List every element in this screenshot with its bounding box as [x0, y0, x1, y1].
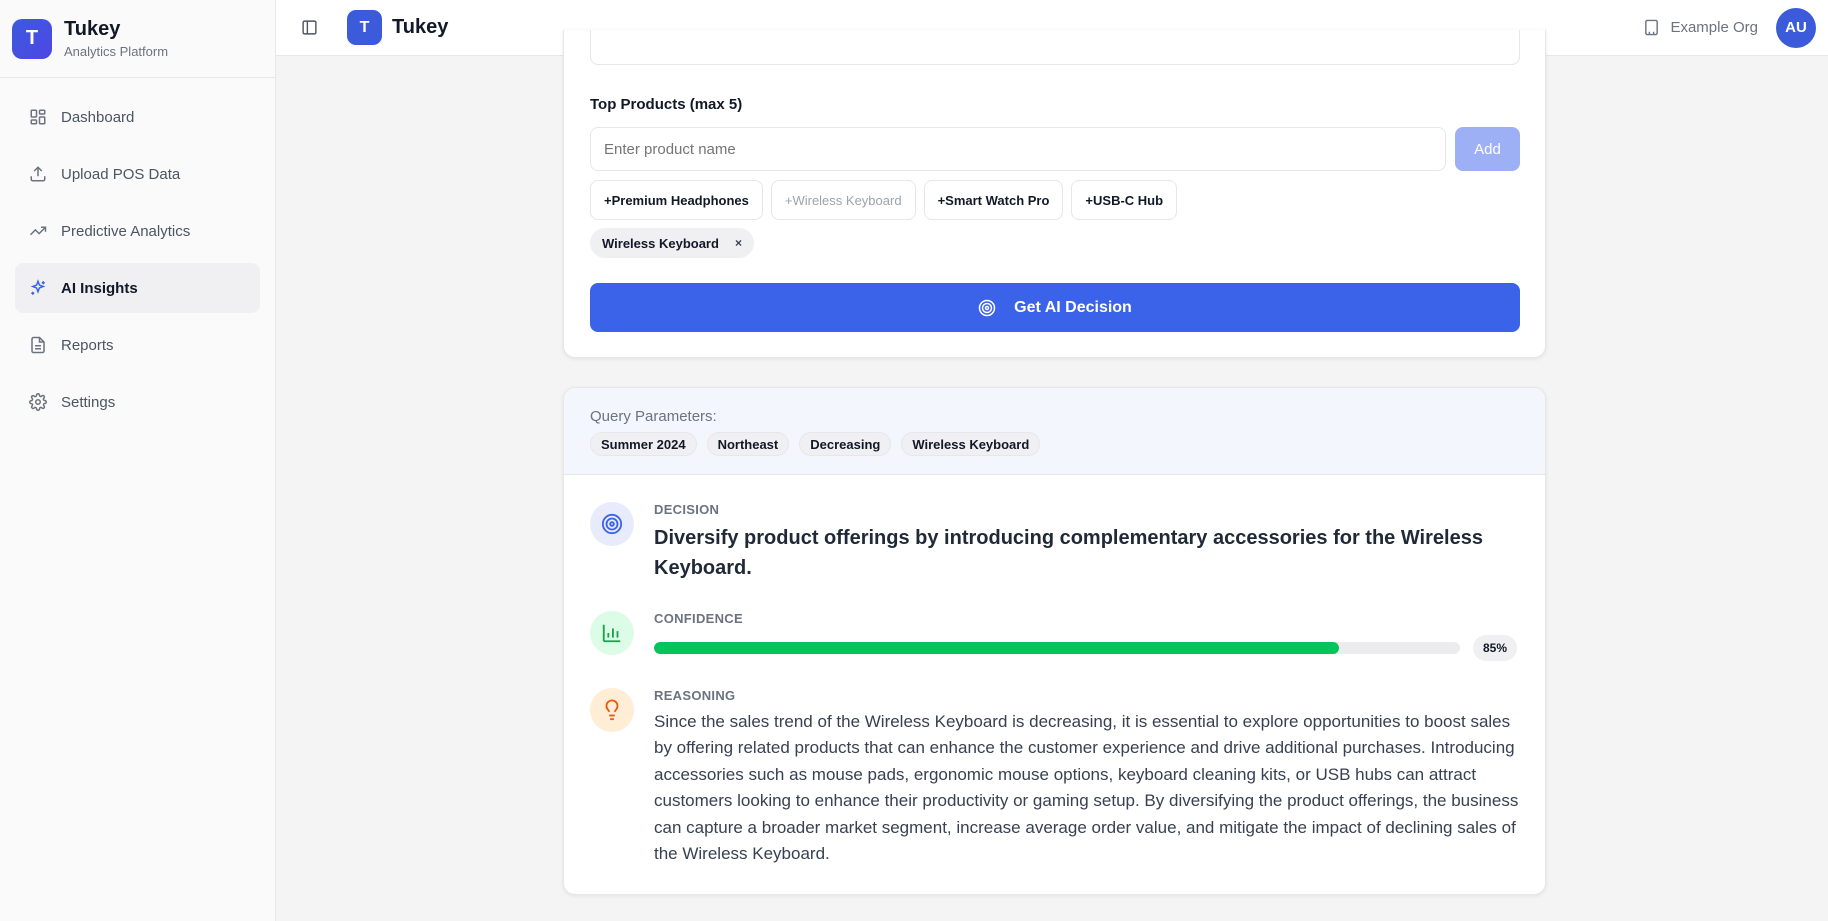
product-suggestions: +Premium Headphones +Wireless Keyboard +…	[590, 180, 1178, 220]
sidebar-toggle-button[interactable]	[298, 17, 320, 39]
confidence-label: CONFIDENCE	[654, 611, 743, 626]
reasoning-label: REASONING	[654, 688, 736, 703]
sidebar-item-label: Dashboard	[61, 108, 135, 126]
sidebar-item-label: Upload POS Data	[61, 165, 181, 183]
sidebar-item-reports[interactable]: Reports	[15, 320, 260, 370]
trending-up-icon	[29, 226, 47, 236]
top-products-label: Top Products (max 5)	[590, 96, 743, 113]
header-logo: T	[347, 10, 382, 45]
confidence-value-badge: 85%	[1473, 635, 1518, 661]
brand-name: Tukey	[64, 18, 121, 40]
sidebar-item-predictive-analytics[interactable]: Predictive Analytics	[15, 206, 260, 256]
decision-form-card: Top Products (max 5) Add +Premium Headph…	[563, 30, 1546, 358]
header-title: Tukey	[392, 16, 449, 38]
selected-product-label: Wireless Keyboard	[602, 235, 719, 251]
building-icon	[1645, 19, 1659, 36]
org-name: Example Org	[1670, 19, 1758, 36]
confidence-icon-badge	[590, 611, 634, 655]
panel-left-icon	[301, 20, 317, 35]
target-icon	[978, 299, 996, 316]
get-ai-decision-button[interactable]: Get AI Decision	[590, 283, 1520, 332]
reasoning-icon-badge	[590, 688, 634, 732]
suggestion-chip-wireless-keyboard[interactable]: +Wireless Keyboard	[770, 180, 916, 220]
sidebar-item-settings[interactable]: Settings	[15, 377, 260, 427]
brand-logo: T	[12, 18, 52, 59]
dashboard-icon	[30, 109, 46, 125]
file-text-icon	[31, 336, 45, 354]
sidebar-nav: Dashboard Upload POS Data Predictive Ana…	[0, 78, 275, 427]
query-param-badge: Decreasing	[799, 432, 892, 456]
sidebar-item-label: AI Insights	[61, 279, 138, 297]
upload-icon	[30, 166, 46, 182]
decision-icon-badge	[590, 502, 634, 546]
query-param-badge: Summer 2024	[590, 432, 697, 456]
gear-icon	[29, 393, 47, 411]
suggestion-chip-usb-c-hub[interactable]: +USB-C Hub	[1071, 180, 1178, 220]
selected-product-chip: Wireless Keyboard ×	[590, 228, 754, 258]
sparkles-icon	[30, 279, 46, 295]
brand-subtitle: Analytics Platform	[64, 44, 169, 59]
add-product-button[interactable]: Add	[1455, 127, 1520, 171]
remove-product-button[interactable]: ×	[735, 236, 742, 250]
lightbulb-icon	[605, 699, 619, 721]
target-icon	[601, 513, 623, 535]
sidebar: T Tukey Analytics Platform Dashboard Upl…	[0, 0, 276, 921]
query-parameters: Query Parameters: Summer 2024 Northeast …	[564, 388, 1545, 475]
suggestion-chip-premium-headphones[interactable]: +Premium Headphones	[590, 180, 763, 220]
sidebar-item-label: Predictive Analytics	[61, 222, 191, 240]
query-parameters-label: Query Parameters:	[590, 408, 717, 425]
sidebar-item-label: Reports	[61, 336, 114, 354]
user-avatar[interactable]: AU	[1776, 7, 1816, 48]
decision-label: DECISION	[654, 502, 720, 517]
query-param-badge: Northeast	[706, 432, 790, 456]
previous-field-input[interactable]	[590, 30, 1520, 65]
sidebar-item-ai-insights[interactable]: AI Insights	[15, 263, 260, 313]
get-ai-decision-label: Get AI Decision	[1014, 298, 1132, 316]
product-name-input[interactable]	[590, 127, 1446, 171]
brand: T Tukey Analytics Platform	[0, 0, 275, 78]
sidebar-item-dashboard[interactable]: Dashboard	[15, 92, 260, 142]
confidence-progress-fill	[654, 642, 1340, 654]
bar-chart-icon	[602, 624, 621, 643]
query-param-badge: Wireless Keyboard	[901, 432, 1041, 456]
sidebar-item-label: Settings	[61, 393, 116, 411]
confidence-progress-bar	[654, 642, 1460, 654]
reasoning-text: Since the sales trend of the Wireless Ke…	[654, 712, 1519, 864]
org-switcher[interactable]: Example Org	[1643, 19, 1758, 36]
decision-text: Diversify product offerings by introduci…	[654, 527, 1483, 579]
suggestion-chip-smart-watch-pro[interactable]: +Smart Watch Pro	[923, 180, 1064, 220]
sidebar-item-upload-pos-data[interactable]: Upload POS Data	[15, 149, 260, 199]
decision-result-card: Query Parameters: Summer 2024 Northeast …	[563, 387, 1546, 895]
